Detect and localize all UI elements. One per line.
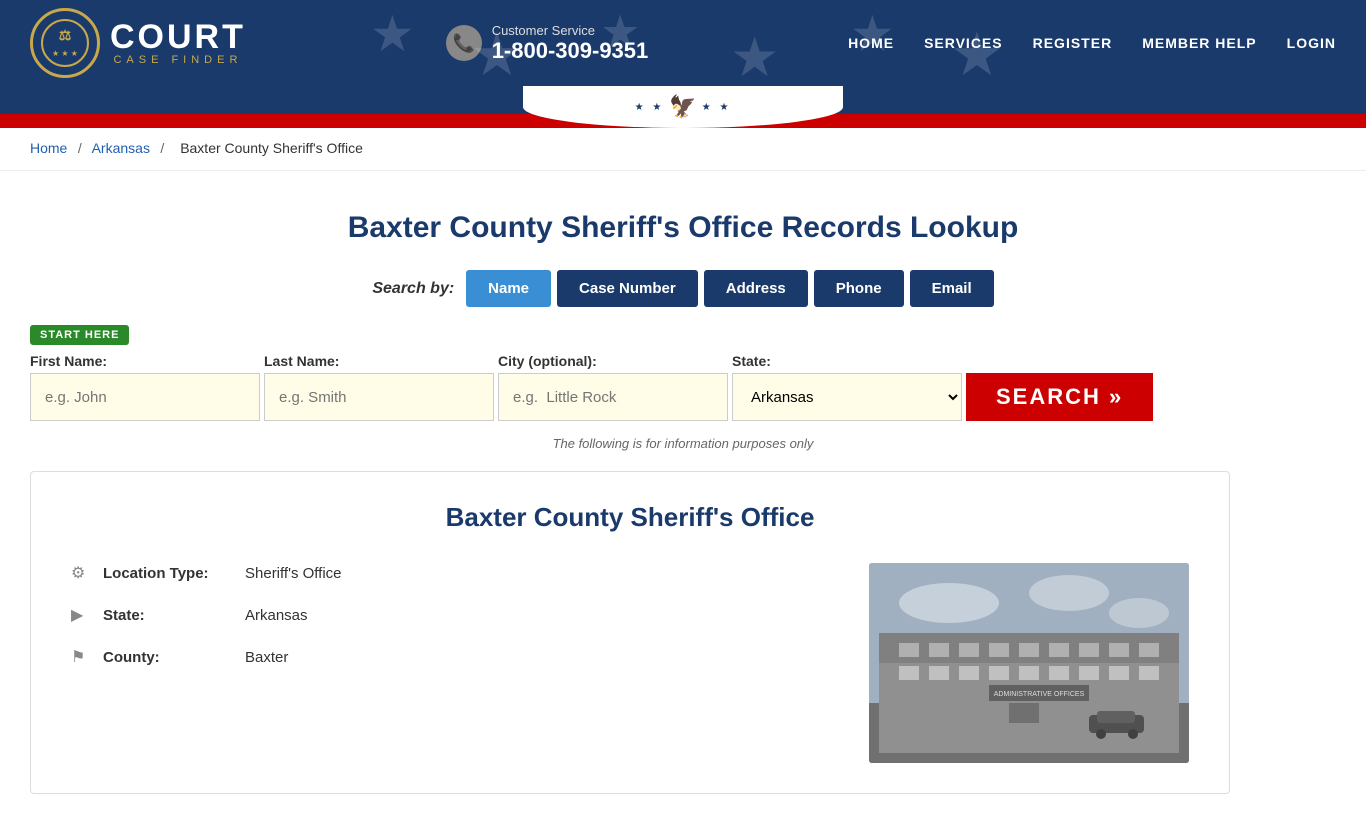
logo-court-text: COURT [110,20,246,54]
nav-login[interactable]: LOGIN [1287,35,1336,51]
state-label: State: [732,353,962,369]
search-form: First Name: Last Name: City (optional): … [30,353,1336,421]
svg-text:★ ★ ★: ★ ★ ★ [52,49,78,58]
city-label: City (optional): [498,353,728,369]
breadcrumb: Home / Arkansas / Baxter County Sheriff'… [0,128,1366,171]
breadcrumb-sep2: / [160,140,168,156]
info-row-state: ▶ State: Arkansas [71,605,839,625]
tab-name[interactable]: Name [466,270,551,307]
logo-badge: ⚖ ★ ★ ★ [30,8,100,78]
phone-area: 📞 Customer Service 1-800-309-9351 [446,23,649,64]
location-type-key: Location Type: [103,565,233,582]
logo[interactable]: ⚖ ★ ★ ★ COURT CASE FINDER [30,8,246,78]
tab-case-number[interactable]: Case Number [557,270,698,307]
county-row-icon: ⚑ [71,647,91,667]
customer-service-label: Customer Service [492,23,649,38]
info-details: ⚙ Location Type: Sheriff's Office ▶ Stat… [71,563,839,763]
lastname-label: Last Name: [264,353,494,369]
building-image: ADMINISTRATIVE OFFICES [869,563,1189,763]
location-type-val: Sheriff's Office [245,565,342,582]
lastname-input[interactable] [264,373,494,421]
search-button[interactable]: SEARCH » [966,373,1153,421]
search-by-row: Search by: Name Case Number Address Phon… [30,270,1336,307]
nav-register[interactable]: REGISTER [1033,35,1113,51]
nav-services[interactable]: SERVICES [924,35,1003,51]
info-note: The following is for information purpose… [30,436,1336,451]
phone-icon: 📞 [446,25,482,61]
phone-number: 1-800-309-9351 [492,38,649,64]
info-row-county: ⚑ County: Baxter [71,647,839,667]
state-val: Arkansas [245,607,308,624]
page-title: Baxter County Sheriff's Office Records L… [30,211,1336,245]
logo-finder-text: CASE FINDER [110,54,246,66]
state-select[interactable]: Arkansas Alabama Alaska Arizona Californ… [732,373,962,421]
svg-text:ADMINISTRATIVE OFFICES: ADMINISTRATIVE OFFICES [994,691,1085,698]
county-key: County: [103,649,233,666]
start-here-badge: START HERE [30,325,129,345]
tab-email[interactable]: Email [910,270,994,307]
tab-address[interactable]: Address [704,270,808,307]
nav-member-help[interactable]: MEMBER HELP [1142,35,1256,51]
location-type-icon: ⚙ [71,563,91,583]
nav-home[interactable]: HOME [848,35,894,51]
info-card-title: Baxter County Sheriff's Office [71,502,1189,533]
info-row-location-type: ⚙ Location Type: Sheriff's Office [71,563,839,583]
county-val: Baxter [245,649,288,666]
city-input[interactable] [498,373,728,421]
breadcrumb-home[interactable]: Home [30,140,67,156]
state-row-icon: ▶ [71,605,91,625]
breadcrumb-state[interactable]: Arkansas [92,140,150,156]
main-nav: HOME SERVICES REGISTER MEMBER HELP LOGIN [848,35,1336,51]
state-key: State: [103,607,233,624]
svg-text:⚖: ⚖ [59,27,72,43]
firstname-input[interactable] [30,373,260,421]
info-card: Baxter County Sheriff's Office ⚙ Locatio… [30,471,1230,794]
breadcrumb-current: Baxter County Sheriff's Office [180,140,363,156]
firstname-label: First Name: [30,353,260,369]
tab-phone[interactable]: Phone [814,270,904,307]
search-by-label: Search by: [372,280,454,298]
breadcrumb-sep1: / [78,140,86,156]
header-eagle-area: ★ ★ 🦅 ★ ★ [0,86,1366,128]
